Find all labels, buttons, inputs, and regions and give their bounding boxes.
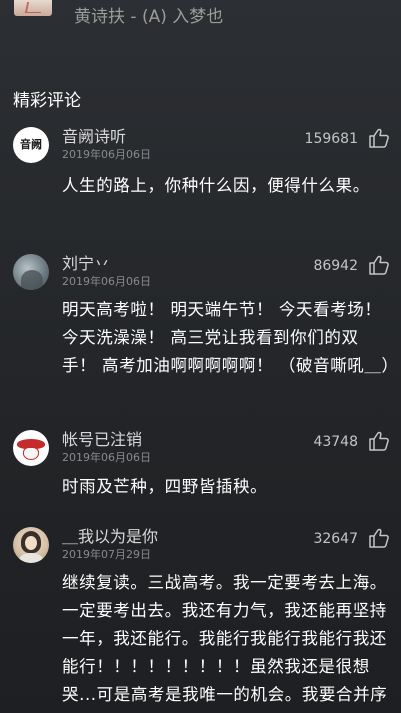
comment-item: ＿我以为是你 2019年07月29日 32647 继续复读。三战高考。我一定要考…	[0, 527, 401, 713]
comment-item: 音阙 音阙诗听 2019年06月06日 159681 人生的路上，你种什么因，便…	[0, 127, 401, 227]
comment-text: 时雨及芒种，四野皆插秧。	[62, 477, 268, 496]
thumbs-up-icon[interactable]	[368, 431, 390, 451]
now-playing-bar[interactable]: 黄诗扶 - (A) 入梦也	[0, 0, 401, 40]
like-count: 159681	[304, 131, 358, 147]
like-count: 32647	[313, 531, 358, 547]
album-art-icon	[24, 2, 44, 13]
like-count: 43748	[313, 434, 358, 450]
section-title: 精彩评论	[13, 91, 81, 111]
comment-username[interactable]: 帐号已注销	[62, 430, 142, 450]
comment-item: 刘宁丷 2019年06月06日 86942 明天高考啦！ 明天端午节！ 今天看考…	[0, 254, 401, 404]
comment-text: 继续复读。三战高考。我一定要考去上海。一定要考出去。我还有力气，我还能再坚持一年…	[62, 573, 388, 704]
avatar[interactable]: 音阙	[13, 127, 49, 163]
comment-date: 2019年06月06日	[62, 275, 151, 288]
avatar-face	[25, 536, 37, 550]
avatar-face	[23, 447, 39, 460]
avatar[interactable]	[13, 527, 49, 563]
comment-username[interactable]: 音阙诗听	[62, 127, 126, 147]
comment-date: 2019年06月06日	[62, 148, 151, 161]
comment-text: 人生的路上，你种什么因，便得什么果。	[62, 176, 370, 195]
comment-username[interactable]: ＿我以为是你	[62, 527, 158, 547]
avatar-image	[21, 270, 43, 290]
thumbs-up-icon[interactable]	[368, 528, 390, 548]
album-cover-thumbnail[interactable]	[14, 0, 52, 16]
comment-text: 明天高考啦！ 明天端午节！ 今天看考场！ 今天洗澡澡！ 高三党让我看到你们的双手…	[62, 300, 399, 375]
avatar-glyph: 音阙	[20, 138, 42, 151]
avatar[interactable]	[13, 430, 49, 466]
thumbs-up-icon[interactable]	[368, 255, 390, 275]
comment-date: 2019年07月29日	[62, 548, 151, 561]
avatar-body	[19, 553, 43, 563]
avatar[interactable]	[13, 254, 49, 290]
thumbs-up-icon[interactable]	[368, 128, 390, 148]
song-title: 黄诗扶 - (A) 入梦也	[74, 7, 224, 27]
comment-date: 2019年06月06日	[62, 451, 151, 464]
like-count: 86942	[313, 258, 358, 274]
comment-item: 帐号已注销 2019年06月06日 43748 时雨及芒种，四野皆插秧。	[0, 430, 401, 510]
comment-username[interactable]: 刘宁丷	[62, 254, 110, 274]
